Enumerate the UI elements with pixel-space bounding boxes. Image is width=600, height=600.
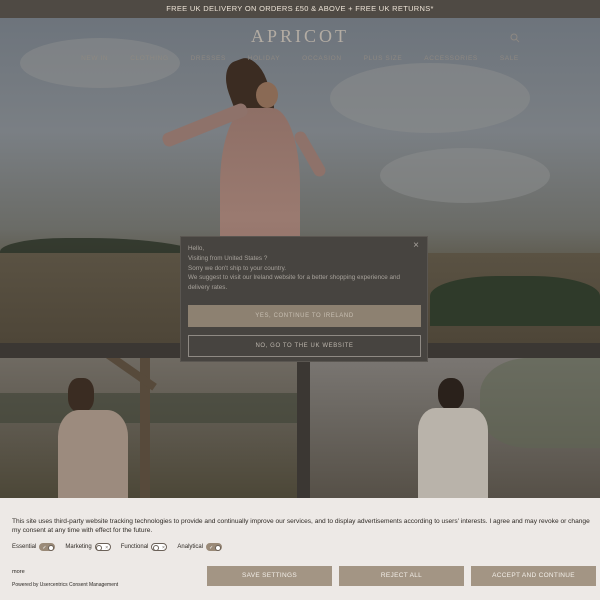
popup-line: We suggest to visit our Ireland website … bbox=[188, 274, 401, 292]
reject-all-button[interactable]: REJECT ALL bbox=[339, 566, 464, 586]
feature-grid bbox=[0, 358, 600, 498]
nav-item[interactable]: PLUS SIZE bbox=[364, 55, 403, 62]
hero-trees bbox=[430, 276, 600, 326]
main-nav: NEW IN CLOTHING DRESSES HOLIDAY OCCASION… bbox=[0, 55, 600, 62]
announcement-bar: FREE UK DELIVERY ON ORDERS £50 & ABOVE +… bbox=[0, 0, 600, 18]
consent-toggles: Essential ✓ Marketing × Functional × Ana… bbox=[12, 543, 223, 551]
cookie-consent-banner: This site uses third-party website track… bbox=[0, 498, 600, 600]
nav-item[interactable]: HOLIDAY bbox=[248, 55, 280, 62]
cloud bbox=[380, 148, 550, 203]
nav-item[interactable]: NEW IN bbox=[81, 55, 108, 62]
go-to-uk-website-button[interactable]: NO, GO TO THE UK WEBSITE bbox=[188, 335, 421, 357]
marketing-switch[interactable]: × bbox=[94, 543, 111, 551]
feature-tile-right[interactable] bbox=[310, 358, 600, 498]
essential-switch[interactable]: ✓ bbox=[39, 543, 56, 551]
toggle-label: Essential bbox=[12, 544, 37, 550]
save-settings-button[interactable]: SAVE SETTINGS bbox=[207, 566, 332, 586]
toggle-label: Functional bbox=[120, 544, 149, 550]
search-icon[interactable] bbox=[510, 30, 520, 43]
functional-switch[interactable]: × bbox=[151, 543, 168, 551]
nav-item[interactable]: OCCASION bbox=[302, 55, 341, 62]
toggle-label: Marketing bbox=[65, 544, 92, 550]
cloud bbox=[330, 63, 530, 133]
toggle-essential: Essential ✓ bbox=[12, 543, 56, 551]
accept-and-continue-button[interactable]: ACCEPT AND CONTINUE bbox=[471, 566, 596, 586]
feature-tile-left[interactable] bbox=[0, 358, 297, 498]
toggle-functional: Functional × bbox=[121, 543, 168, 551]
nav-item[interactable]: SALE bbox=[500, 55, 519, 62]
toggle-analytical: Analytical ✓ bbox=[177, 543, 223, 551]
more-link[interactable]: more bbox=[12, 569, 25, 575]
continue-to-ireland-button[interactable]: YES, CONTINUE TO IRELAND bbox=[188, 305, 421, 327]
analytical-switch[interactable]: ✓ bbox=[206, 543, 223, 551]
header-icons bbox=[510, 30, 520, 43]
geo-redirect-popup: × Hello, Visiting from United States ? S… bbox=[180, 236, 428, 362]
toggle-label: Analytical bbox=[177, 544, 204, 550]
nav-item[interactable]: ACCESSORIES bbox=[424, 55, 478, 62]
grid-gap bbox=[297, 358, 310, 498]
powered-by: Powered by Usercentrics Consent Manageme… bbox=[12, 582, 119, 588]
nav-item[interactable]: CLOTHING bbox=[130, 55, 168, 62]
popup-line: Visiting from United States ? bbox=[188, 254, 268, 262]
nav-item[interactable]: DRESSES bbox=[191, 55, 226, 62]
popup-message: Hello, Visiting from United States ? Sor… bbox=[188, 244, 414, 293]
popup-line: Sorry we don't ship to your country. bbox=[188, 264, 287, 272]
cookie-text: This site uses third-party website track… bbox=[12, 518, 590, 534]
popup-line: Hello, bbox=[188, 245, 205, 252]
toggle-marketing: Marketing × bbox=[65, 543, 111, 551]
